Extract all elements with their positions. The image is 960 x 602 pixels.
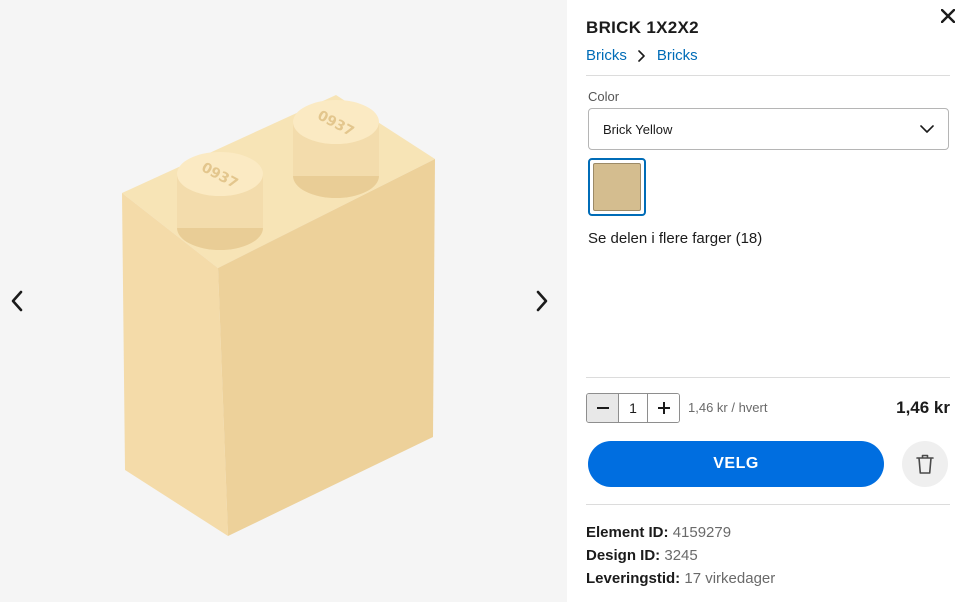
increase-quantity-button[interactable] [648,394,679,422]
delivery-label: Leveringstid: [586,570,681,587]
quantity-stepper: 1 [586,393,680,423]
chevron-down-icon [920,124,934,133]
next-image-button[interactable] [527,286,557,316]
chevron-left-icon [11,290,23,312]
close-button[interactable] [938,6,958,26]
prev-image-button[interactable] [2,286,32,316]
element-id-row: Element ID: 4159279 [586,521,775,544]
product-title: BRICK 1X2X2 [586,18,699,37]
color-select[interactable]: Brick Yellow [588,108,949,150]
delivery-row: Leveringstid: 17 virkedager [586,567,775,590]
element-id-value: 4159279 [672,524,732,541]
chevron-right-icon [635,49,649,63]
product-image-gallery: 0937 0937 [0,0,567,602]
color-swatch-selected[interactable] [588,158,646,216]
design-id-label: Design ID: [586,547,661,564]
color-select-value: Brick Yellow [603,121,673,137]
product-detail-panel: BRICK 1X2X2 Bricks Bricks Color Brick Ye… [567,0,960,602]
breadcrumb-link-subcategory[interactable]: Bricks [657,47,698,64]
minus-icon [596,407,609,409]
quantity-input[interactable]: 1 [618,394,648,422]
more-colors-link[interactable]: Se delen i flere farger (18) [588,230,762,247]
breadcrumb: Bricks Bricks [586,47,698,64]
unit-price: 1,46 kr / hvert [688,400,768,415]
close-icon [941,9,955,23]
color-label: Color [588,89,620,104]
trash-icon [916,454,934,474]
select-button[interactable]: VELG [588,441,884,487]
plus-icon [657,402,670,414]
product-details: Element ID: 4159279 Design ID: 3245 Leve… [586,521,775,590]
total-price: 1,46 kr [896,398,950,417]
divider [586,377,950,378]
remove-button[interactable] [902,441,948,487]
breadcrumb-link-category[interactable]: Bricks [586,47,627,64]
delivery-value: 17 virkedager [684,570,776,587]
element-id-label: Element ID: [586,524,669,541]
design-id-row: Design ID: 3245 [586,544,775,567]
chevron-right-icon [536,290,548,312]
divider [586,75,950,76]
color-swatch-fill [593,163,641,211]
divider [586,504,950,505]
product-image: 0937 0937 [100,80,460,550]
design-id-value: 3245 [664,547,698,564]
decrease-quantity-button[interactable] [587,394,618,422]
